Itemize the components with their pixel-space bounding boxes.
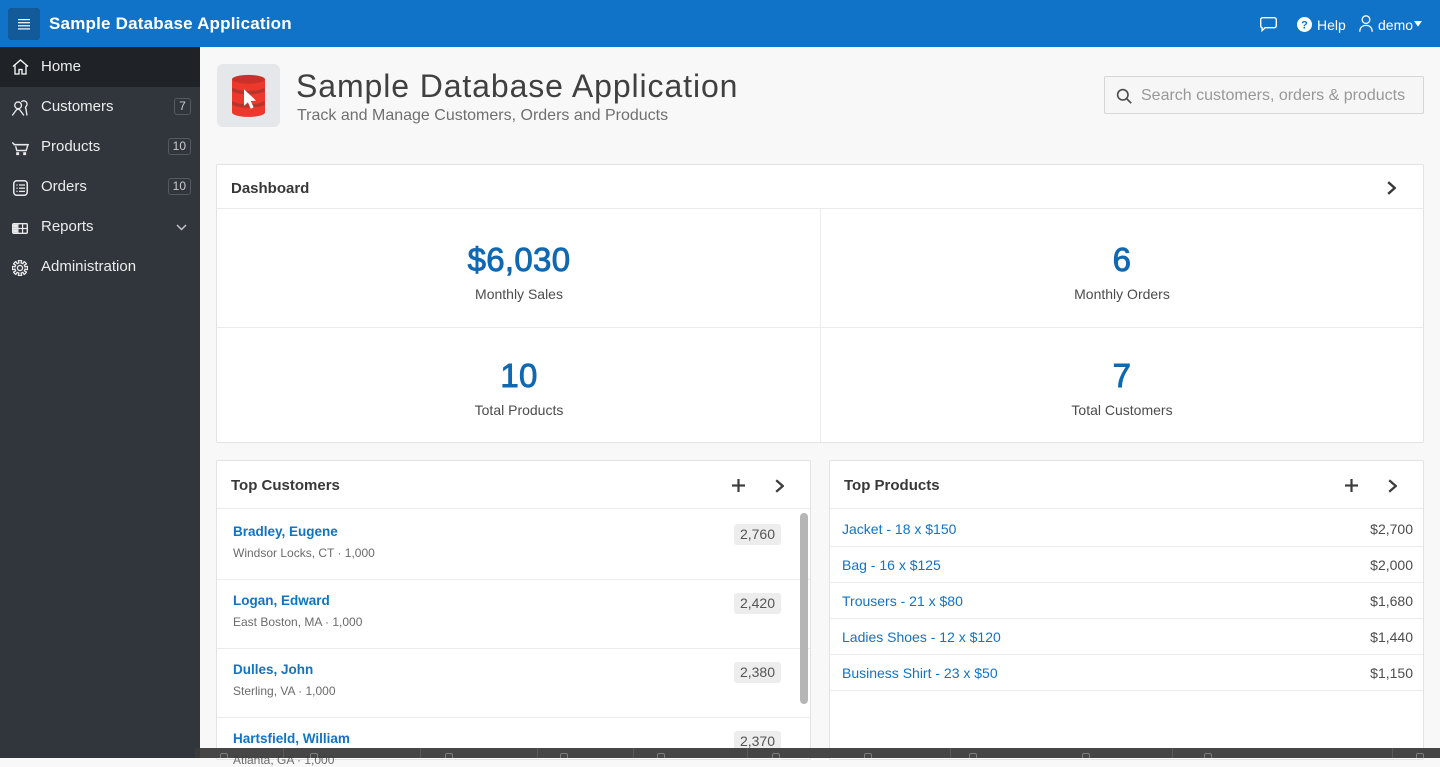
svg-text:?: ?	[1301, 19, 1308, 31]
